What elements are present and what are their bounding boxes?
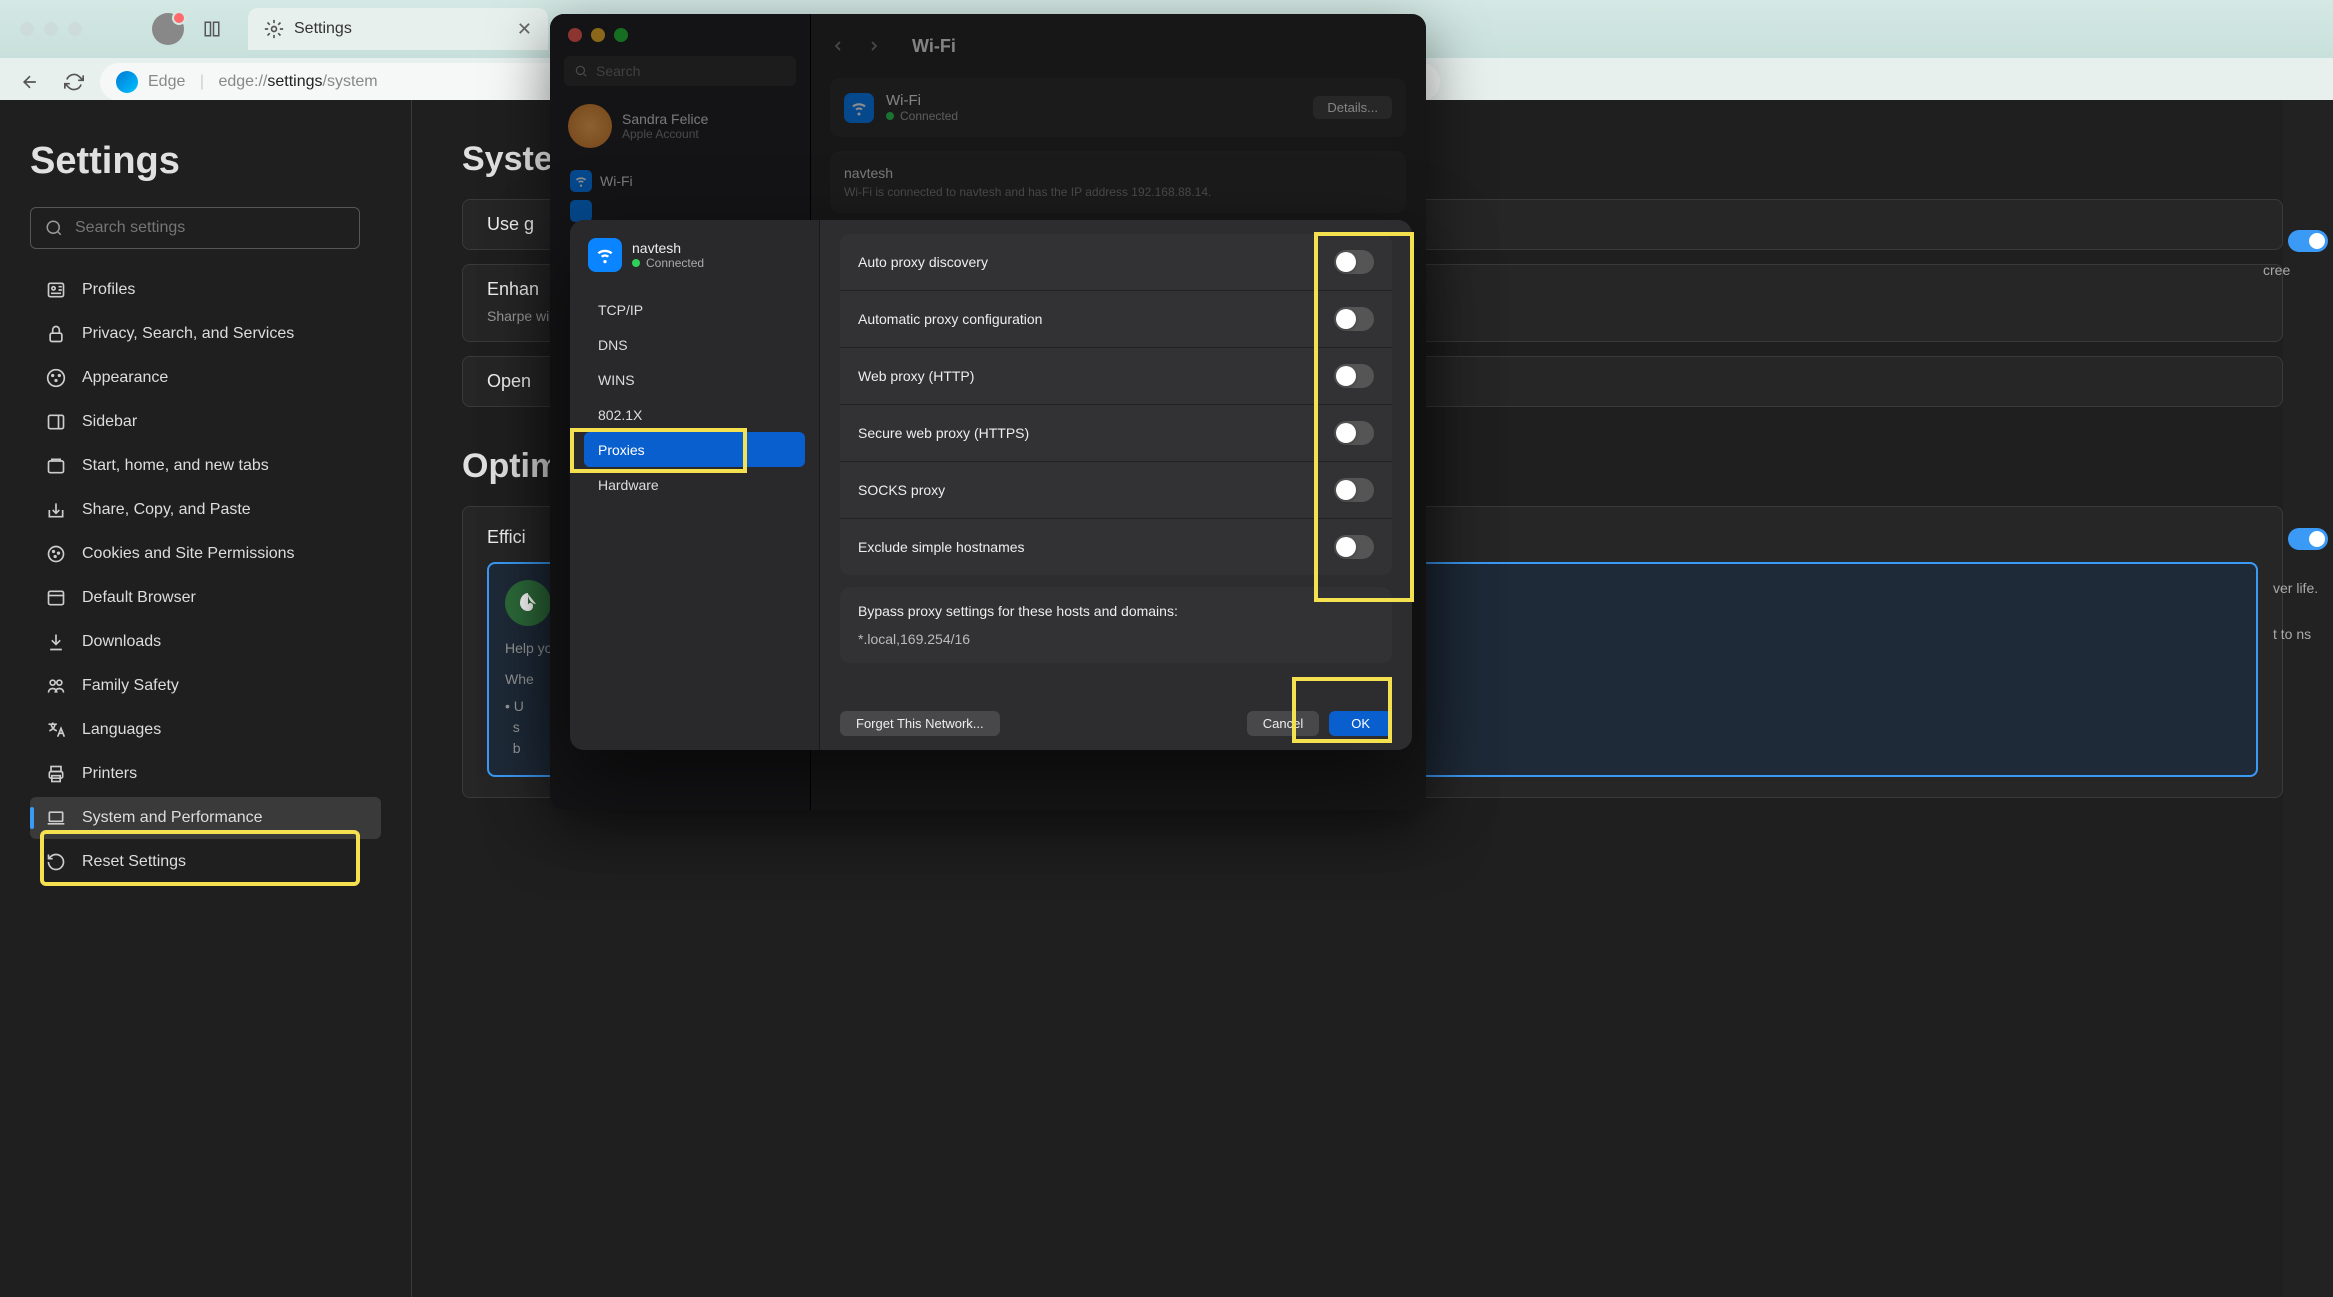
lock-icon xyxy=(46,324,66,344)
nav-appearance[interactable]: Appearance xyxy=(30,357,381,399)
sheet-nav-dns[interactable]: DNS xyxy=(584,327,805,362)
partial-toggle-1[interactable] xyxy=(2288,230,2328,252)
laptop-icon xyxy=(46,808,66,828)
toggle-switch[interactable] xyxy=(1334,250,1374,274)
partial-toggle-2[interactable] xyxy=(2288,528,2328,550)
download-icon xyxy=(46,632,66,652)
nav-system-performance[interactable]: System and Performance xyxy=(30,797,381,839)
search-icon xyxy=(45,219,63,237)
nav-default-browser[interactable]: Default Browser xyxy=(30,577,381,619)
toggle-switch[interactable] xyxy=(1334,478,1374,502)
language-icon xyxy=(46,720,66,740)
nav-start-home[interactable]: Start, home, and new tabs xyxy=(30,445,381,487)
proxy-toggle-list: Auto proxy discovery Automatic proxy con… xyxy=(840,234,1392,575)
browser-traffic-lights[interactable] xyxy=(20,22,82,36)
nav-share[interactable]: Share, Copy, and Paste xyxy=(30,489,381,531)
sheet-nav-8021x[interactable]: 802.1X xyxy=(584,397,805,432)
nav-languages[interactable]: Languages xyxy=(30,709,381,751)
share-icon xyxy=(46,500,66,520)
address-text: Edge | edge://settings/system xyxy=(148,73,378,91)
nav-downloads[interactable]: Downloads xyxy=(30,621,381,663)
sheet-nav: TCP/IP DNS WINS 802.1X Proxies Hardware xyxy=(584,292,805,502)
nav-sidebar[interactable]: Sidebar xyxy=(30,401,381,443)
toggle-auto-config: Automatic proxy configuration xyxy=(840,291,1392,348)
forget-network-button[interactable]: Forget This Network... xyxy=(840,711,1000,736)
sheet-nav-wins[interactable]: WINS xyxy=(584,362,805,397)
edge-logo-icon xyxy=(116,71,138,93)
toggle-socks: SOCKS proxy xyxy=(840,462,1392,519)
printer-icon xyxy=(46,764,66,784)
refresh-button[interactable] xyxy=(56,64,92,100)
nav-family[interactable]: Family Safety xyxy=(30,665,381,707)
cookie-icon xyxy=(46,544,66,564)
palette-icon xyxy=(46,368,66,388)
nav-privacy[interactable]: Privacy, Search, and Services xyxy=(30,313,381,355)
sheet-network-header: navtesh Connected xyxy=(584,234,805,276)
sheet-footer: Forget This Network... Cancel OK xyxy=(840,697,1392,736)
toggle-switch[interactable] xyxy=(1334,364,1374,388)
partial-right-content: cree ver life. t to ns xyxy=(2283,100,2333,1297)
browser-icon xyxy=(46,588,66,608)
nav-printers[interactable]: Printers xyxy=(30,753,381,795)
reset-icon xyxy=(46,852,66,872)
tabs-icon xyxy=(46,456,66,476)
wifi-icon xyxy=(588,238,622,272)
sheet-nav-hardware[interactable]: Hardware xyxy=(584,467,805,502)
sheet-nav-tcpip[interactable]: TCP/IP xyxy=(584,292,805,327)
nav-reset[interactable]: Reset Settings xyxy=(30,841,381,883)
sheet-nav-proxies[interactable]: Proxies xyxy=(584,432,805,467)
page-title: Settings xyxy=(30,140,381,183)
status-dot-icon xyxy=(632,259,640,267)
browser-tab[interactable]: Settings ✕ xyxy=(248,8,548,50)
workspaces-button[interactable] xyxy=(196,13,228,45)
close-icon[interactable]: ✕ xyxy=(517,19,532,40)
gear-icon xyxy=(264,19,284,39)
nav-profiles[interactable]: Profiles xyxy=(30,269,381,311)
nav-cookies[interactable]: Cookies and Site Permissions xyxy=(30,533,381,575)
settings-search[interactable] xyxy=(30,207,360,249)
toggle-auto-discovery: Auto proxy discovery xyxy=(840,234,1392,291)
tab-title: Settings xyxy=(294,20,497,38)
cancel-button[interactable]: Cancel xyxy=(1247,711,1319,736)
family-icon xyxy=(46,676,66,696)
toggle-switch[interactable] xyxy=(1334,307,1374,331)
profile-avatar[interactable] xyxy=(152,13,184,45)
ok-button[interactable]: OK xyxy=(1329,711,1392,736)
edge-settings-sidebar: Settings Profiles Privacy, Search, and S… xyxy=(0,100,412,1297)
proxies-sheet: navtesh Connected TCP/IP DNS WINS 802.1X… xyxy=(570,220,1412,750)
settings-search-input[interactable] xyxy=(75,219,345,237)
toggle-web-proxy: Web proxy (HTTP) xyxy=(840,348,1392,405)
profile-icon xyxy=(46,280,66,300)
sheet-main: Auto proxy discovery Automatic proxy con… xyxy=(820,220,1412,750)
toggle-switch[interactable] xyxy=(1334,535,1374,559)
toggle-exclude-simple: Exclude simple hostnames xyxy=(840,519,1392,575)
sheet-sidebar: navtesh Connected TCP/IP DNS WINS 802.1X… xyxy=(570,220,820,750)
leaf-icon xyxy=(505,580,551,626)
toggle-secure-proxy: Secure web proxy (HTTPS) xyxy=(840,405,1392,462)
back-button[interactable] xyxy=(12,64,48,100)
bypass-card[interactable]: Bypass proxy settings for these hosts an… xyxy=(840,587,1392,663)
toggle-switch[interactable] xyxy=(1334,421,1374,445)
sidebar-icon xyxy=(46,412,66,432)
